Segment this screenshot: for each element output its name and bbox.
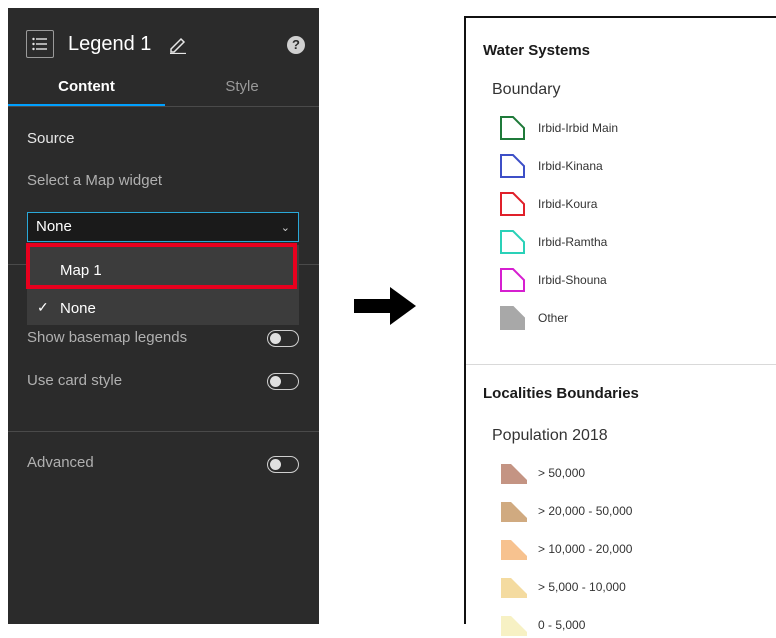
section-divider	[8, 431, 319, 432]
legend-item-label: Irbid-Irbid Main	[538, 121, 619, 135]
legend-symbol-icon	[501, 616, 527, 636]
legend-symbol-icon	[500, 306, 525, 330]
checkmark-icon: ✓	[37, 299, 49, 315]
legend-divider	[466, 364, 776, 365]
legend-item: Other	[499, 305, 759, 331]
legend-symbol-icon	[500, 192, 525, 216]
legend-item-label: Other	[538, 311, 569, 325]
select-value: None	[36, 218, 72, 235]
legend-card: Water Systems Boundary Irbid-Irbid Main I…	[464, 16, 776, 636]
advanced-label: Advanced	[27, 454, 94, 471]
panel-header: Legend 1 ?	[8, 8, 319, 80]
legend-item-label: Irbid-Shouna	[538, 273, 607, 287]
legend-symbol-icon	[500, 116, 525, 140]
card-style-toggle[interactable]	[267, 373, 299, 390]
legend-item: Irbid-Koura	[499, 191, 759, 217]
option-label: None	[60, 300, 96, 317]
legend-section-subtitle: Population 2018	[492, 427, 608, 444]
highlight-box	[26, 243, 297, 289]
legend-item: > 50,000	[499, 460, 759, 486]
legend-item: Irbid-Kinana	[499, 153, 759, 179]
legend-section-title: Localities Boundaries	[483, 385, 639, 402]
legend-item: Irbid-Shouna	[499, 267, 759, 293]
tab-style[interactable]: Style	[165, 78, 319, 106]
legend-list-icon[interactable]	[26, 30, 54, 58]
legend-settings-panel: Legend 1 ? Content Style Source Select a…	[8, 8, 319, 624]
legend-item-label: Irbid-Kinana	[538, 159, 603, 173]
right-arrow-icon	[354, 285, 418, 332]
chevron-down-icon: ⌄	[280, 222, 290, 234]
tab-divider	[8, 106, 319, 107]
legend-item: > 20,000 - 50,000	[499, 498, 759, 524]
legend-symbol-icon	[500, 154, 525, 178]
legend-item-label: > 50,000	[538, 466, 586, 480]
legend-item-label: > 10,000 - 20,000	[538, 542, 633, 556]
legend-item: Irbid-Irbid Main	[499, 115, 759, 141]
legend-item-label: Irbid-Ramtha	[538, 235, 608, 249]
legend-symbol-icon	[501, 502, 527, 522]
select-map-label: Select a Map widget	[27, 172, 163, 189]
legend-item: > 10,000 - 20,000	[499, 536, 759, 562]
source-label: Source	[27, 130, 75, 147]
legend-item-label: > 5,000 - 10,000	[538, 580, 626, 594]
legend-section-title: Water Systems	[483, 42, 590, 59]
legend-item: > 5,000 - 10,000	[499, 574, 759, 600]
card-style-label: Use card style	[27, 372, 123, 389]
edit-pencil-icon[interactable]	[168, 34, 188, 59]
advanced-toggle[interactable]	[267, 456, 299, 473]
legend-symbol-icon	[501, 578, 527, 598]
show-basemap-toggle[interactable]	[267, 330, 299, 347]
show-basemap-label: Show basemap legends	[27, 329, 188, 346]
legend-item: 0 - 5,000	[499, 612, 759, 638]
legend-item-label: > 20,000 - 50,000	[538, 504, 633, 518]
tab-content[interactable]: Content	[8, 78, 165, 106]
legend-symbol-icon	[501, 464, 527, 484]
legend-symbol-icon	[500, 230, 525, 254]
map-widget-select[interactable]: None ⌄	[27, 212, 299, 242]
legend-item-label: 0 - 5,000	[538, 618, 586, 632]
legend-item-label: Irbid-Koura	[538, 197, 598, 211]
widget-title: Legend 1	[68, 33, 152, 55]
legend-item: Irbid-Ramtha	[499, 229, 759, 255]
help-icon[interactable]: ?	[287, 36, 305, 54]
option-none[interactable]: ✓ None	[27, 289, 299, 327]
legend-section-subtitle: Boundary	[492, 81, 561, 98]
legend-symbol-icon	[500, 268, 525, 292]
legend-symbol-icon	[501, 540, 527, 560]
